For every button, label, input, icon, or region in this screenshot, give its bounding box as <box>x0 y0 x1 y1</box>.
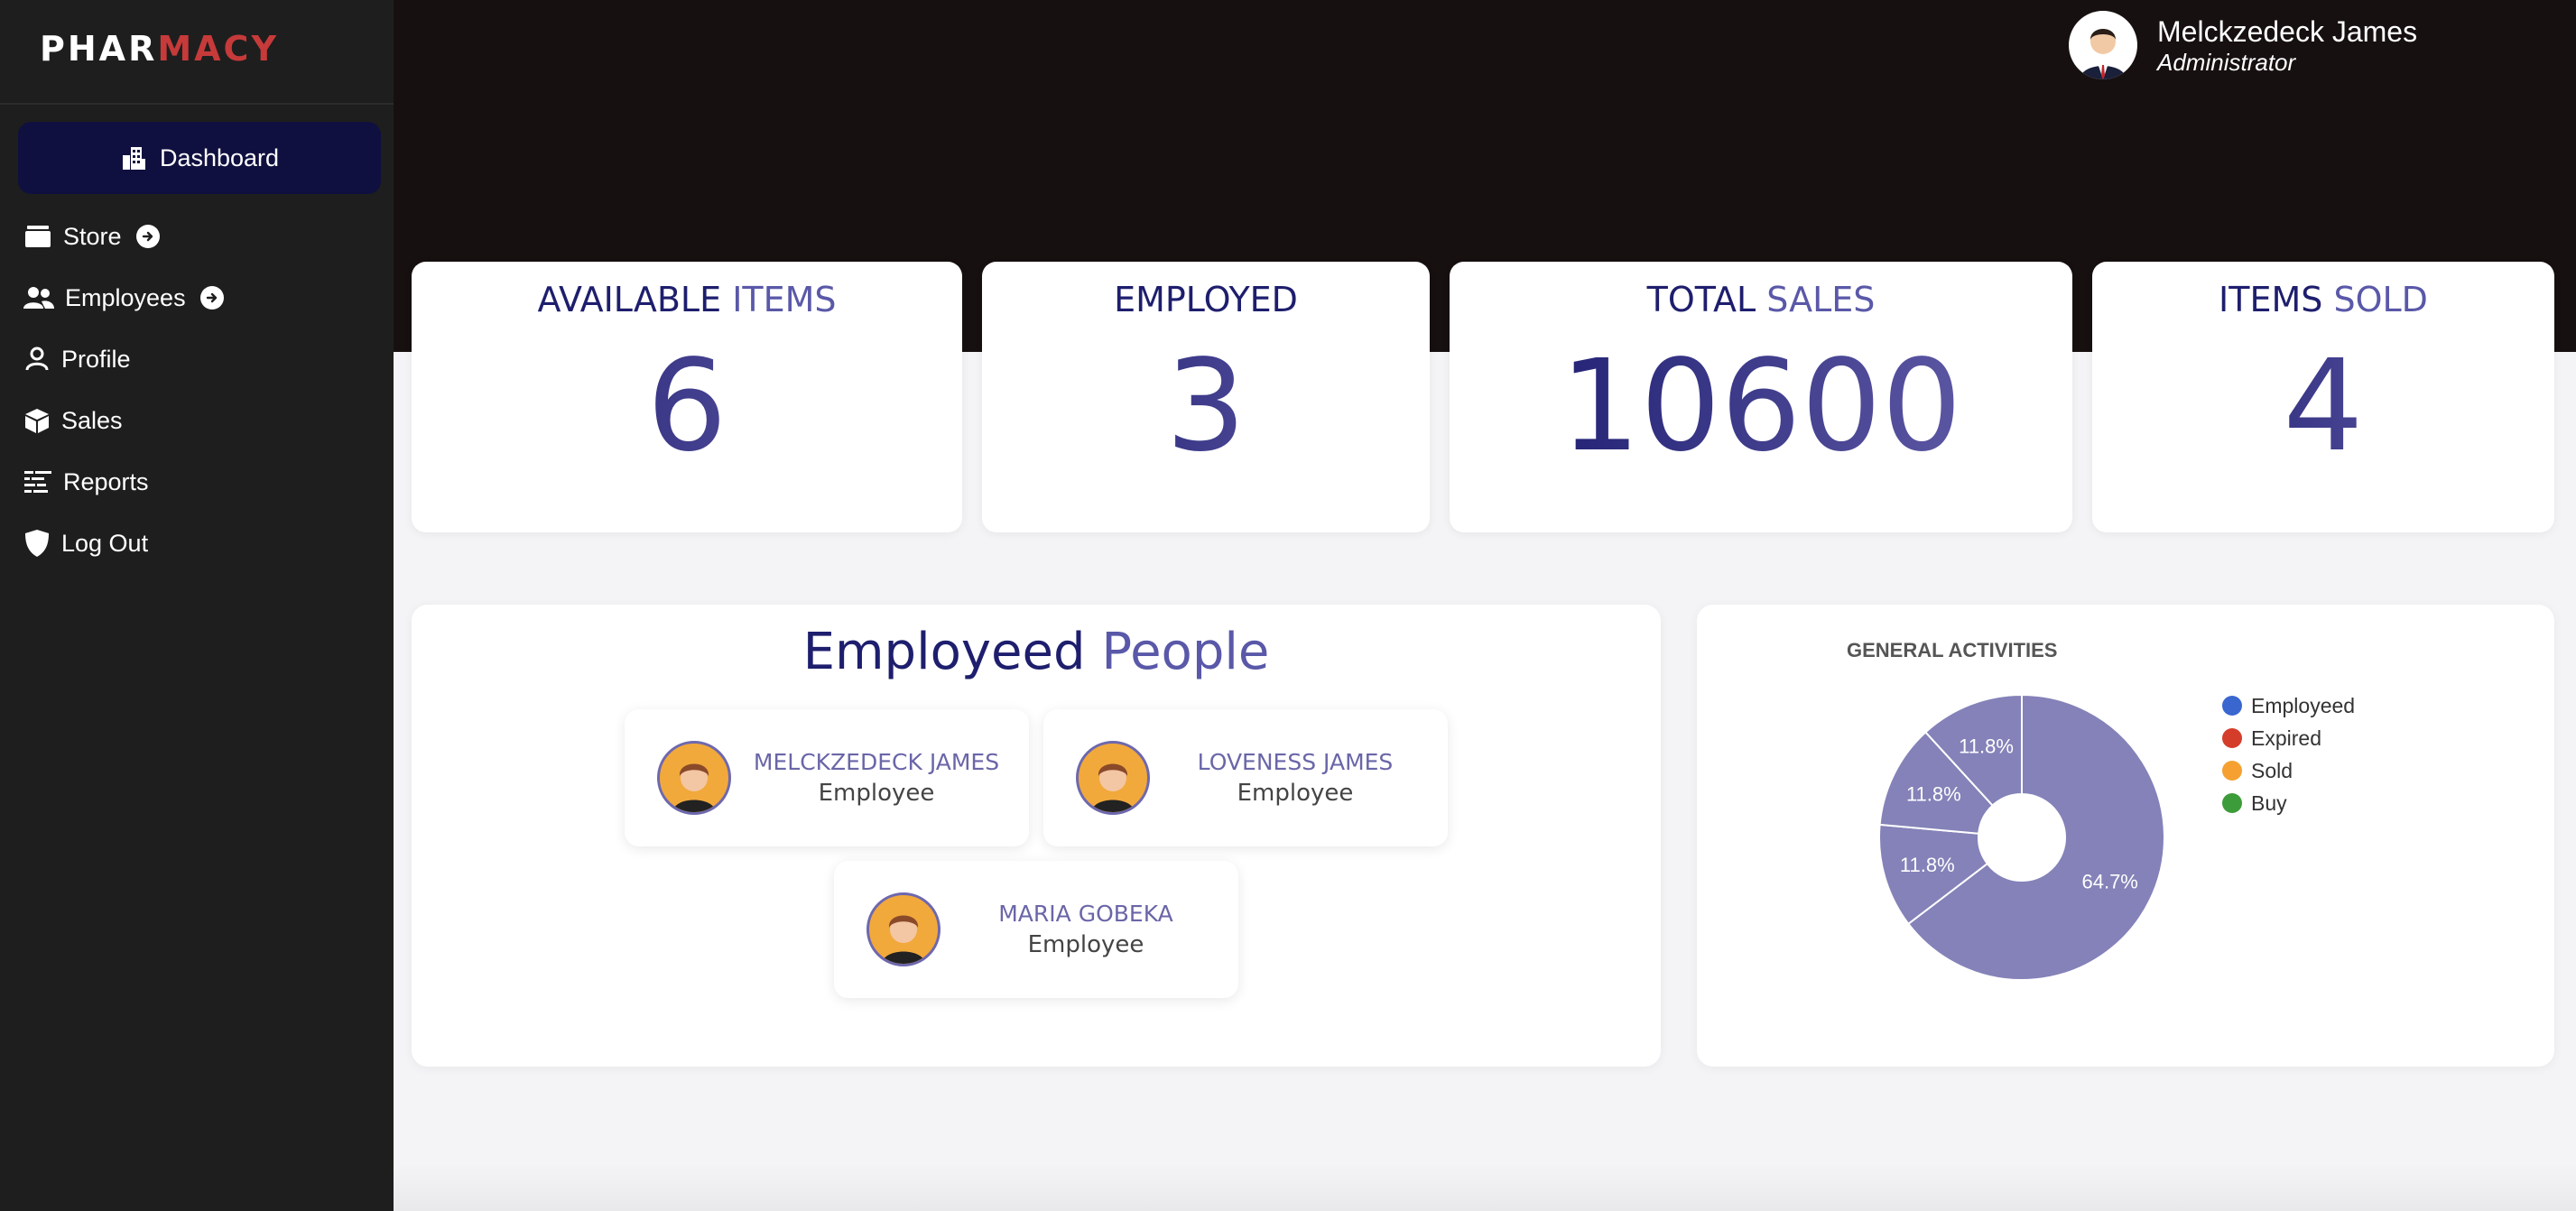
sidebar-item-employees[interactable]: Employees <box>23 278 224 318</box>
stat-title: TOTAL SALES <box>1646 280 1876 319</box>
stat-value: 6 <box>412 339 962 475</box>
sidebar-item-label: Store <box>63 222 122 250</box>
stat-card-employed: EMPLOYED 3 <box>982 262 1430 532</box>
legend-dot <box>2222 696 2242 716</box>
pie-slice-label-2: 11.8% <box>1906 783 1961 806</box>
user-menu[interactable]: Melckzedeck James Administrator <box>2069 11 2417 79</box>
app-logo[interactable]: PHARMACY <box>40 29 279 69</box>
employee-card[interactable]: MELCKZEDECK JAMES Employee <box>625 709 1029 846</box>
employee-role: Employee <box>1237 780 1354 807</box>
sidebar-item-sales[interactable]: Sales <box>23 401 123 440</box>
arrow-right-icon <box>135 225 160 248</box>
chart-title: GENERAL ACTIVITIES <box>1847 639 2058 661</box>
box-icon <box>25 409 49 433</box>
sidebar-item-reports[interactable]: Reports <box>23 462 149 502</box>
sidebar-item-label: Profile <box>61 345 131 373</box>
person-avatar-icon <box>672 763 716 812</box>
legend-item-expired[interactable]: Expired <box>2222 722 2355 754</box>
stat-title: AVAILABLE ITEMS <box>537 280 837 319</box>
legend-item-sold[interactable]: Sold <box>2222 754 2355 787</box>
stat-value: 3 <box>982 339 1430 475</box>
building-icon <box>122 147 145 170</box>
sidebar-item-logout[interactable]: Log Out <box>23 523 148 563</box>
stat-title: ITEMS SOLD <box>2219 280 2428 319</box>
list-icon <box>24 471 51 493</box>
stat-card-available-items: AVAILABLE ITEMS 6 <box>412 262 962 532</box>
legend-item-employeed[interactable]: Employeed <box>2222 689 2355 722</box>
page-footer-fade <box>394 1164 2576 1211</box>
people-icon <box>23 287 54 309</box>
person-avatar-icon <box>882 915 925 964</box>
sidebar-item-label: Sales <box>61 406 123 434</box>
sidebar: PHARMACY Dashboard Store Employees Profi… <box>0 0 394 1211</box>
pie-slice-label-0: 64.7% <box>2081 870 2137 892</box>
businessman-icon <box>2080 29 2127 79</box>
legend-dot <box>2222 728 2242 748</box>
employees-panel: Employeed People MELCKZEDECK JAMES Emplo… <box>412 605 1661 1067</box>
employee-role: Employee <box>1027 931 1144 958</box>
employees-title: Employeed People <box>802 623 1270 681</box>
shield-icon <box>25 530 49 557</box>
person-icon <box>25 347 49 371</box>
drawer-icon <box>25 226 51 247</box>
legend-item-buy[interactable]: Buy <box>2222 787 2355 819</box>
admin-avatar <box>2069 11 2137 79</box>
pie-slice-label-1: 11.8% <box>1900 854 1955 876</box>
stat-card-total-sales: TOTAL SALES 10600 <box>1450 262 2072 532</box>
arrow-right-icon <box>199 286 224 310</box>
person-avatar-icon <box>1091 763 1135 812</box>
donut-chart: 64.7% 11.8% 11.8% 11.8% <box>1878 693 2165 981</box>
employee-name: MELCKZEDECK JAMES <box>753 749 1000 775</box>
user-role: Administrator <box>2157 49 2296 76</box>
sidebar-item-store[interactable]: Store <box>23 217 160 256</box>
pie-slice-label-3: 11.8% <box>1959 735 2014 757</box>
employee-avatar <box>657 741 731 815</box>
sidebar-item-label: Log Out <box>61 529 149 557</box>
sidebar-item-dashboard[interactable]: Dashboard <box>18 122 381 194</box>
employee-card[interactable]: LOVENESS JAMES Employee <box>1043 709 1448 846</box>
stat-value: 4 <box>2092 339 2554 475</box>
sidebar-item-profile[interactable]: Profile <box>23 339 131 379</box>
stat-value: 10600 <box>1450 339 2072 475</box>
legend-dot <box>2222 761 2242 781</box>
employee-avatar <box>1076 741 1150 815</box>
sidebar-item-label: Employees <box>65 283 186 311</box>
logo-divider <box>0 103 394 105</box>
employee-name: MARIA GOBEKA <box>998 901 1173 927</box>
sidebar-item-label: Dashboard <box>159 143 280 171</box>
legend-dot <box>2222 793 2242 813</box>
employee-name: LOVENESS JAMES <box>1197 749 1394 775</box>
employee-card[interactable]: MARIA GOBEKA Employee <box>834 861 1238 998</box>
stat-title: EMPLOYED <box>1114 280 1298 319</box>
chart-legend: Employeed Expired Sold Buy <box>2222 689 2355 819</box>
user-name: Melckzedeck James <box>2157 15 2418 48</box>
employee-avatar <box>866 892 941 966</box>
employee-role: Employee <box>818 780 935 807</box>
stat-card-items-sold: ITEMS SOLD 4 <box>2092 262 2554 532</box>
sidebar-item-label: Reports <box>63 467 149 495</box>
